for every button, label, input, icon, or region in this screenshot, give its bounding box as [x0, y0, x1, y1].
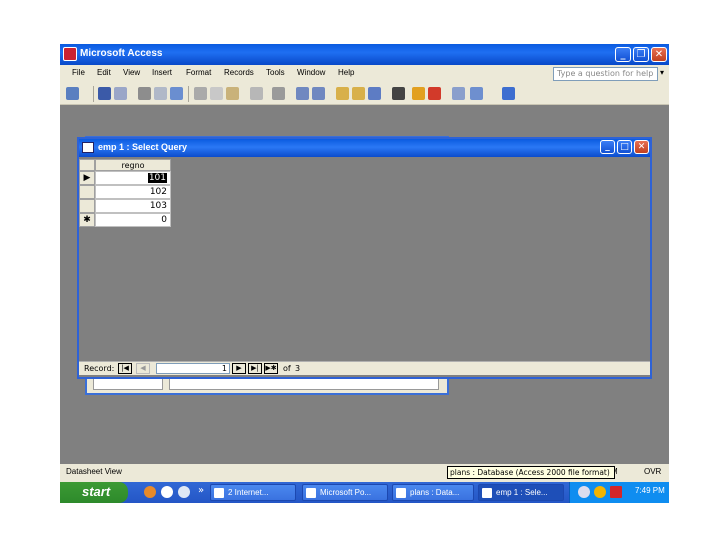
task-powerpoint[interactable]: Microsoft Po... — [302, 484, 388, 501]
help-icon[interactable] — [502, 87, 515, 100]
menu-file[interactable]: File — [72, 68, 85, 77]
status-ovr: OVR — [644, 467, 662, 476]
paste-icon[interactable] — [226, 87, 239, 100]
powerpoint-icon — [306, 488, 316, 498]
toolbar-separator — [93, 86, 94, 102]
first-record-button[interactable]: |◀ — [118, 363, 132, 374]
gmail-icon[interactable] — [610, 486, 622, 498]
network-icon[interactable] — [578, 486, 590, 498]
print-preview-icon[interactable] — [154, 87, 167, 100]
cut-icon[interactable] — [194, 87, 207, 100]
menu-insert[interactable]: Insert — [152, 68, 172, 77]
record-navigation-bar: Record: |◀ ◀ 1 ▶ ▶| ▶✱ of 3 — [79, 361, 650, 375]
query-task-icon — [482, 488, 492, 498]
sort-descending-icon[interactable] — [312, 87, 325, 100]
close-button[interactable]: ✕ — [651, 47, 667, 62]
clock: 7:49 PM — [635, 486, 665, 495]
background-field — [169, 378, 439, 390]
menu-view[interactable]: View — [123, 68, 140, 77]
minimize-button[interactable]: _ — [615, 47, 631, 62]
apply-filter-icon[interactable] — [368, 87, 381, 100]
record-total: 3 — [295, 364, 301, 373]
query-icon — [82, 142, 94, 153]
select-query-window: emp 1 : Select Query _ □ ✕ regno ▶ 101 1… — [77, 137, 652, 379]
cell-value: 101 — [147, 173, 167, 183]
previous-record-button[interactable]: ◀ — [136, 363, 150, 374]
new-record-icon[interactable] — [412, 87, 425, 100]
menu-window[interactable]: Window — [297, 68, 325, 77]
menu-format[interactable]: Format — [186, 68, 211, 77]
firefox-icon[interactable] — [144, 486, 156, 498]
search-icon[interactable] — [114, 87, 127, 100]
access-window: Microsoft Access _ ❐ ✕ File Edit View In… — [60, 44, 669, 503]
status-text: Datasheet View — [66, 467, 122, 476]
toolbar-separator — [188, 86, 189, 102]
help-search-input[interactable]: Type a question for help — [553, 67, 658, 81]
task-internet[interactable]: 2 Internet... — [210, 484, 296, 501]
menu-edit[interactable]: Edit — [97, 68, 111, 77]
next-record-button[interactable]: ▶ — [232, 363, 246, 374]
query-title: emp 1 : Select Query — [98, 142, 188, 152]
spelling-icon[interactable] — [170, 87, 183, 100]
task-plans-database[interactable]: plans : Data... — [392, 484, 474, 501]
new-record-nav-button[interactable]: ▶✱ — [264, 363, 278, 374]
current-record-input[interactable]: 1 — [156, 363, 230, 374]
menu-bar: File Edit View Insert Format Records Too… — [60, 65, 669, 83]
row-selector-new[interactable]: ✱ — [79, 213, 95, 227]
record-label: Record: — [84, 364, 115, 373]
settings-icon[interactable] — [178, 486, 190, 498]
toolbar — [60, 83, 669, 105]
undo-icon[interactable] — [250, 87, 263, 100]
find-icon[interactable] — [392, 87, 405, 100]
last-record-button[interactable]: ▶| — [248, 363, 262, 374]
new-record-cell[interactable]: 0 — [95, 213, 171, 227]
query-close-button[interactable]: ✕ — [634, 140, 649, 154]
select-all-corner[interactable] — [79, 159, 95, 171]
insert-hyperlink-icon[interactable] — [272, 87, 285, 100]
row-selector[interactable] — [79, 199, 95, 213]
copy-icon[interactable] — [210, 87, 223, 100]
taskbar-tooltip: plans : Database (Access 2000 file forma… — [447, 466, 615, 479]
filter-by-form-icon[interactable] — [352, 87, 365, 100]
access-key-icon — [63, 47, 77, 61]
background-field — [93, 378, 163, 390]
chevron-down-icon[interactable]: ▾ — [660, 68, 664, 77]
access-icon — [396, 488, 406, 498]
start-button[interactable]: start — [60, 482, 128, 503]
save-icon[interactable] — [98, 87, 111, 100]
tray-icon[interactable] — [594, 486, 606, 498]
row-selector-current[interactable]: ▶ — [79, 171, 95, 185]
taskbar: start » 2 Internet... Microsoft Po... pl… — [60, 482, 669, 503]
menu-tools[interactable]: Tools — [266, 68, 285, 77]
table-row-cell[interactable]: 102 — [95, 185, 171, 199]
query-title-bar: emp 1 : Select Query _ □ ✕ — [79, 139, 650, 157]
delete-record-icon[interactable] — [428, 87, 441, 100]
database-window-icon[interactable] — [452, 87, 465, 100]
ie-icon — [214, 488, 224, 498]
query-minimize-button[interactable]: _ — [600, 140, 615, 154]
row-selector[interactable] — [79, 185, 95, 199]
record-of-label: of — [283, 364, 291, 373]
overflow-chevron-icon[interactable]: » — [198, 485, 204, 496]
new-object-icon[interactable] — [470, 87, 483, 100]
menu-help[interactable]: Help — [338, 68, 354, 77]
system-tray: 7:49 PM — [569, 482, 669, 503]
task-emp-query[interactable]: emp 1 : Sele... — [478, 484, 564, 501]
print-icon[interactable] — [138, 87, 151, 100]
table-row-cell[interactable]: 101 — [95, 171, 171, 185]
chrome-icon[interactable] — [161, 486, 173, 498]
query-maximize-button[interactable]: □ — [617, 140, 632, 154]
menu-records[interactable]: Records — [224, 68, 254, 77]
restore-button[interactable]: ❐ — [633, 47, 649, 62]
table-row-cell[interactable]: 103 — [95, 199, 171, 213]
sort-ascending-icon[interactable] — [296, 87, 309, 100]
filter-by-selection-icon[interactable] — [336, 87, 349, 100]
column-header-regno[interactable]: regno — [95, 159, 171, 171]
view-icon[interactable] — [66, 87, 79, 100]
title-bar: Microsoft Access _ ❐ ✕ — [60, 44, 669, 65]
app-title: Microsoft Access — [80, 48, 163, 59]
